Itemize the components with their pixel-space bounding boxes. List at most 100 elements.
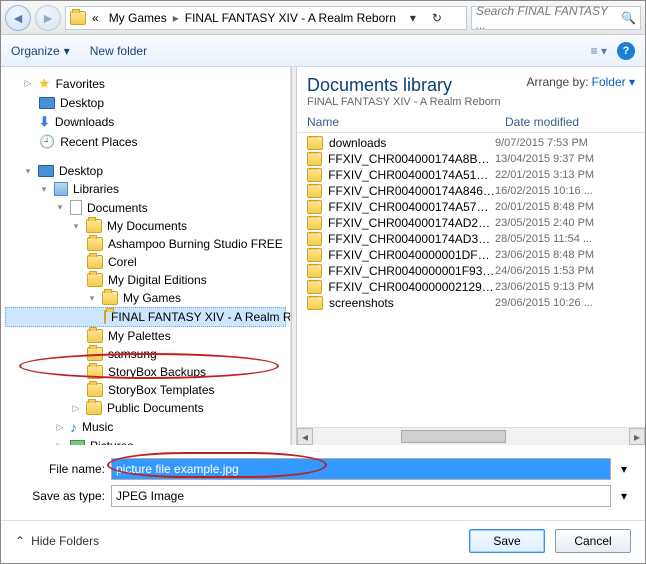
file-name: FFXIV_CHR004000000212910A (328, 280, 495, 294)
tree-recent[interactable]: 🕘Recent Places (5, 132, 286, 152)
tree-item[interactable]: ▷Public Documents (5, 399, 286, 417)
folder-icon (87, 347, 103, 361)
folder-icon (70, 11, 86, 25)
column-name[interactable]: Name (307, 115, 505, 129)
folder-icon (307, 136, 323, 150)
tree-item[interactable]: samsung (5, 345, 286, 363)
folder-icon (307, 216, 322, 230)
arrange-by[interactable]: Arrange by: Folder ▾ (527, 75, 635, 89)
tree-documents[interactable]: ▾Documents (5, 198, 286, 217)
folder-icon (307, 200, 322, 214)
file-row[interactable]: FFXIV_CHR004000174A51F39E22/01/2015 3:13… (297, 167, 645, 183)
file-row[interactable]: FFXIV_CHR0040000001DF235F23/06/2015 8:48… (297, 247, 645, 263)
nav-forward-button[interactable]: ► (35, 5, 61, 31)
file-row[interactable]: FFXIV_CHR004000174A846FC616/02/2015 10:1… (297, 183, 645, 199)
tree-desktop[interactable]: Desktop (5, 94, 286, 112)
filename-input[interactable] (111, 458, 611, 480)
file-row[interactable]: FFXIV_CHR004000174A8B8BD013/04/2015 9:37… (297, 151, 645, 167)
folder-icon (87, 329, 103, 343)
save-button[interactable]: Save (469, 529, 545, 553)
folder-icon (104, 310, 106, 324)
toolbar: Organize ▾ New folder ≡ ▾ ? (1, 35, 645, 67)
organize-menu[interactable]: Organize ▾ (11, 44, 70, 58)
file-date: 23/05/2015 2:40 PM (495, 217, 635, 229)
libraries-icon (54, 182, 68, 196)
file-name: FFXIV_CHR004000174A846FC6 (328, 184, 495, 198)
refresh-icon[interactable]: ↻ (426, 11, 448, 25)
file-row[interactable]: FFXIV_CHR004000174AD3A4B728/05/2015 11:5… (297, 231, 645, 247)
file-list: downloads9/07/2015 7:53 PMFFXIV_CHR00400… (297, 133, 645, 427)
new-folder-button[interactable]: New folder (90, 44, 147, 58)
help-icon[interactable]: ? (617, 42, 635, 60)
file-row[interactable]: FFXIV_CHR004000000212910A23/06/2015 9:13… (297, 279, 645, 295)
file-row[interactable]: FFXIV_CHR004000174A57385920/01/2015 8:48… (297, 199, 645, 215)
chevron-up-icon: ⌃ (15, 534, 25, 548)
tree-libraries[interactable]: ▾Libraries (5, 180, 286, 198)
chevron-down-icon[interactable]: ▾ (617, 489, 631, 503)
navigation-pane: ▷★Favorites Desktop ⬇Downloads 🕘Recent P… (1, 67, 291, 445)
folder-icon (307, 152, 322, 166)
tree-item[interactable]: ▾My Games (5, 289, 286, 307)
scroll-left-icon[interactable]: ◂ (297, 428, 313, 445)
tree-pictures[interactable]: ▷Pictures (5, 437, 286, 445)
tree-item[interactable]: Ashampoo Burning Studio FREE (5, 235, 286, 253)
nav-back-button[interactable]: ◄ (5, 5, 31, 31)
view-options-button[interactable]: ≡ ▾ (591, 44, 607, 58)
address-bar: ◄ ► « My Games ▸ FINAL FANTASY XIV - A R… (1, 1, 645, 35)
tree-favorites[interactable]: ▷★Favorites (5, 73, 286, 94)
file-name: screenshots (329, 296, 394, 310)
breadcrumb-segment[interactable]: FINAL FANTASY XIV - A Realm Reborn (181, 9, 400, 27)
file-name: FFXIV_CHR0040000001F93B16 (328, 264, 495, 278)
desktop-icon (39, 97, 55, 109)
file-row[interactable]: downloads9/07/2015 7:53 PM (297, 135, 645, 151)
tree-downloads[interactable]: ⬇Downloads (5, 112, 286, 132)
hide-folders-button[interactable]: ⌃ Hide Folders (15, 534, 99, 548)
file-name: downloads (329, 136, 386, 150)
chevron-down-icon[interactable]: ▾ (617, 462, 631, 476)
file-row[interactable]: FFXIV_CHR004000174AD2EF2B23/05/2015 2:40… (297, 215, 645, 231)
folder-icon (307, 184, 322, 198)
folder-icon (307, 296, 323, 310)
search-input[interactable]: Search FINAL FANTASY ... 🔍 (471, 6, 641, 30)
music-icon: ♪ (70, 419, 77, 435)
tree-music[interactable]: ▷♪Music (5, 417, 286, 437)
column-headers[interactable]: Name Date modified (297, 112, 645, 133)
tree-item[interactable]: StoryBox Templates (5, 381, 286, 399)
breadcrumb-segment[interactable]: My Games (105, 9, 171, 27)
tree-desktop-root[interactable]: ▾Desktop (5, 162, 286, 180)
tree-mydocuments[interactable]: ▾My Documents (5, 217, 286, 235)
folder-icon (307, 168, 322, 182)
horizontal-scrollbar[interactable]: ◂ ▸ (297, 427, 645, 445)
pictures-icon (70, 440, 85, 445)
file-row[interactable]: screenshots29/06/2015 10:26 ... (297, 295, 645, 311)
scroll-right-icon[interactable]: ▸ (629, 428, 645, 445)
file-date: 13/04/2015 9:37 PM (495, 153, 635, 165)
document-icon (70, 200, 82, 215)
filename-label: File name: (15, 462, 105, 476)
chevron-down-icon: ▾ (64, 44, 70, 58)
tree-item[interactable]: StoryBox Backups (5, 363, 286, 381)
tree-item-selected[interactable]: FINAL FANTASY XIV - A Realm Reborn (5, 307, 286, 327)
tree-item[interactable]: My Digital Editions (5, 271, 286, 289)
tree-item[interactable]: Corel (5, 253, 286, 271)
desktop-icon (38, 165, 54, 177)
file-name: FFXIV_CHR004000174A51F39E (328, 168, 495, 182)
folder-icon (87, 383, 103, 397)
scrollbar-thumb[interactable] (401, 430, 505, 443)
breadcrumb[interactable]: « My Games ▸ FINAL FANTASY XIV - A Realm… (65, 6, 467, 30)
tree-item[interactable]: My Palettes (5, 327, 286, 345)
folder-icon (86, 401, 102, 415)
content-pane: Documents library FINAL FANTASY XIV - A … (297, 67, 645, 445)
folder-icon (102, 291, 118, 305)
column-date[interactable]: Date modified (505, 115, 635, 129)
download-icon: ⬇ (39, 114, 50, 130)
file-date: 24/06/2015 1:53 PM (495, 265, 635, 277)
file-row[interactable]: FFXIV_CHR0040000001F93B1624/06/2015 1:53… (297, 263, 645, 279)
cancel-button[interactable]: Cancel (555, 529, 631, 553)
file-name: FFXIV_CHR004000174AD3A4B7 (328, 232, 495, 246)
folder-icon (86, 219, 102, 233)
savetype-select[interactable] (111, 485, 611, 507)
folder-icon (307, 232, 322, 246)
breadcrumb-dropdown[interactable]: ▾ (402, 11, 424, 25)
folder-icon (87, 255, 103, 269)
